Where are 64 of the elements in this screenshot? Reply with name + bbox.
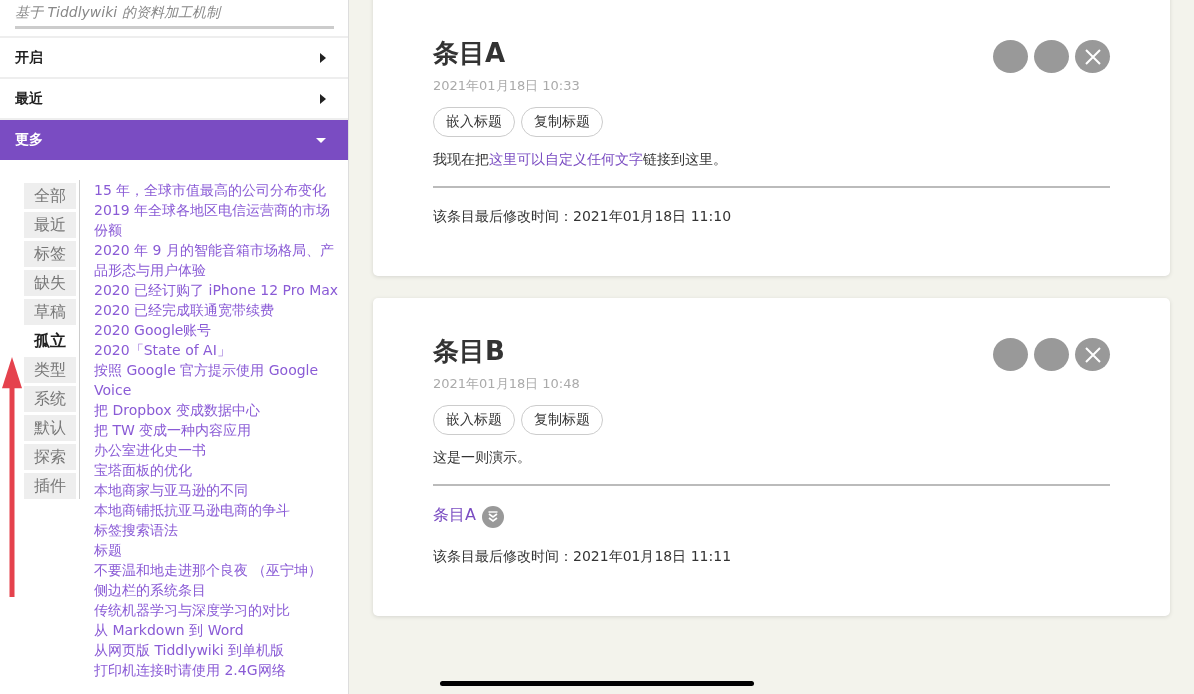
tiddler-link[interactable]: 2020 已经订购了 iPhone 12 Pro Max [94, 280, 339, 300]
tiddler-link[interactable]: 侧边栏的系统条目 [94, 580, 339, 600]
tab[interactable]: 标签 [24, 241, 76, 267]
tiddler-link[interactable]: 不要温和地走进那个良夜 （巫宁坤） [94, 560, 339, 580]
tiddler-date: 2021年01月18日 10:33 [433, 77, 580, 95]
pill-button[interactable]: 复制标题 [521, 107, 603, 137]
tiddler-link[interactable]: 按照 Google 官方提示使用 Google Voice [94, 360, 339, 400]
tiddler-link[interactable]: 本地商铺抵抗亚马逊电商的争斗 [94, 500, 339, 520]
tab[interactable]: 类型 [24, 357, 76, 383]
close-button[interactable] [1075, 40, 1110, 73]
accordion-header[interactable]: 更多 [0, 120, 348, 160]
tab[interactable]: 最近 [24, 212, 76, 238]
tiddler-date: 2021年01月18日 10:48 [433, 375, 580, 393]
tiddler-link[interactable]: 2020 已经完成联通宽带续费 [94, 300, 339, 320]
text-link[interactable]: 这里可以自定义任何文字 [489, 151, 643, 167]
close-icon [1082, 344, 1103, 365]
pill-button[interactable]: 复制标题 [521, 405, 603, 435]
tiddler-link[interactable]: 标题 [94, 540, 339, 560]
modified-text: 该条目最后修改时间：2021年01月18日 11:11 [433, 548, 733, 566]
tiddler-link[interactable]: 2020「State of AI」 [94, 340, 339, 360]
caret-icon [320, 93, 326, 104]
tiddler-title: 条目A [433, 37, 507, 70]
modified-text: 该条目最后修改时间：2021年01月18日 11:10 [433, 208, 733, 226]
toolbar-button[interactable] [993, 40, 1028, 73]
tab[interactable]: 默认 [24, 415, 76, 441]
body-text: 这是一则演示。 [433, 449, 532, 467]
tab[interactable]: 全部 [24, 183, 76, 209]
tiddler-title: 条目B [433, 335, 506, 368]
tiddler-link[interactable]: 宝塔面板的优化 [94, 460, 339, 480]
caret-icon [320, 52, 326, 63]
tab[interactable]: 系统 [24, 386, 76, 412]
section-label: 最近 [15, 89, 43, 108]
caret-icon [316, 137, 326, 143]
tiddler-link[interactable]: 把 TW 变成一种内容应用 [94, 420, 339, 440]
close-button[interactable] [1075, 338, 1110, 371]
tab[interactable]: 探索 [24, 444, 76, 470]
site-subtitle: 基于 Tiddlywiki 的资料加工机制 [15, 0, 334, 29]
tiddler-link[interactable]: 2020 Google账号 [94, 320, 339, 340]
pill-button[interactable]: 嵌入标题 [433, 405, 515, 435]
tab[interactable]: 草稿 [24, 299, 76, 325]
tiddler-link[interactable]: 标签搜索语法 [94, 520, 339, 540]
chevron-down-icon[interactable] [481, 506, 504, 528]
accordion-header[interactable]: 开启 [0, 38, 348, 79]
tab[interactable]: 插件 [24, 473, 76, 499]
backlink[interactable]: 条目A [433, 504, 476, 526]
tiddler-link[interactable]: 从网页版 Tiddlywiki 到单机版 [94, 640, 339, 660]
section-label: 开启 [15, 48, 43, 67]
section-label: 更多 [15, 131, 43, 149]
close-icon [1082, 46, 1103, 67]
tiddler-link[interactable]: 打印机连接时请使用 2.4G网络 [94, 660, 339, 680]
tiddler-link[interactable]: 本地商家与亚马逊的不同 [94, 480, 339, 500]
pill-button[interactable]: 嵌入标题 [433, 107, 515, 137]
tab[interactable]: 缺失 [24, 270, 76, 296]
tiddler-link[interactable]: 把 Dropbox 变成数据中心 [94, 400, 339, 420]
tiddler-link[interactable]: 从 Markdown 到 Word [94, 620, 339, 640]
toolbar-button[interactable] [993, 338, 1028, 371]
toolbar-button[interactable] [1034, 338, 1069, 371]
body-text: 我现在把这里可以自定义任何文字链接到这里。 [433, 151, 728, 169]
toolbar-button[interactable] [1034, 40, 1069, 73]
tiddler-link[interactable]: 传统机器学习与深度学习的对比 [94, 600, 339, 620]
tiddler-link[interactable]: 2019 年全球各地区电信运营商的市场份额 [94, 200, 339, 240]
tiddler-link[interactable]: 15 年，全球市值最高的公司分布变化 [94, 180, 339, 200]
tiddler-link[interactable]: 办公室进化史一书 [94, 440, 339, 460]
tiddler-link[interactable]: 2020 年 9 月的智能音箱市场格局、产品形态与用户体验 [94, 240, 339, 280]
